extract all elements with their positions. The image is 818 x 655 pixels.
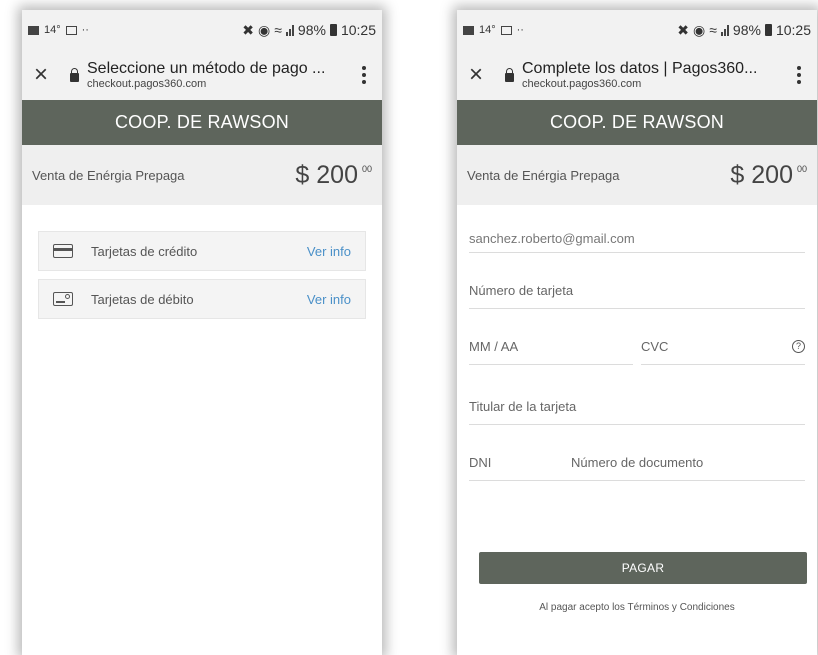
phone-screen-payment-methods: 14° ·· ✖ ◉ ≈ 98% 10:25 × Seleccione un m… xyxy=(22,10,382,655)
battery-percent: 98% xyxy=(297,22,326,38)
ver-info-link[interactable]: Ver info xyxy=(307,244,351,259)
expiry-field[interactable]: MM / AA xyxy=(469,309,633,365)
amount-cents: 00 xyxy=(796,163,807,174)
terms-text[interactable]: Al pagar acepto los Términos y Condicion… xyxy=(457,602,817,613)
cvc-field[interactable]: CVC ? xyxy=(641,309,805,365)
document-number-field[interactable]: Número de documento xyxy=(571,455,703,470)
card-number-field[interactable]: Número de tarjeta xyxy=(469,253,805,309)
page-address[interactable]: Seleccione un método de pago ... checkou… xyxy=(87,59,356,91)
amount-value: $ 200 00 xyxy=(730,161,807,190)
browser-url-bar: × Seleccione un método de pago ... check… xyxy=(22,50,382,100)
temperature: 14° xyxy=(44,24,61,36)
gallery-icon xyxy=(28,25,39,35)
payment-methods-list: Tarjetas de crédito Ver info Tarjetas de… xyxy=(22,205,382,319)
status-bar: 14° ·· ✖ ◉ ≈ 98% 10:25 xyxy=(457,10,817,50)
cardholder-field[interactable]: Titular de la tarjeta xyxy=(469,365,805,425)
menu-icon[interactable] xyxy=(356,66,372,84)
gallery-icon xyxy=(463,25,474,35)
amount-description: Venta de Enérgia Prepaga xyxy=(467,167,620,183)
amount-value: $ 200 00 xyxy=(295,161,372,190)
debit-card-icon xyxy=(53,292,73,306)
method-debit-cards[interactable]: Tarjetas de débito Ver info xyxy=(38,279,366,319)
battery-icon xyxy=(764,24,772,36)
amount-description: Venta de Enérgia Prepaga xyxy=(32,167,185,183)
method-credit-cards[interactable]: Tarjetas de crédito Ver info xyxy=(38,231,366,271)
pay-button[interactable]: PAGAR xyxy=(479,552,807,584)
amount-integer: $ 200 xyxy=(295,160,358,189)
lock-icon xyxy=(505,67,514,82)
amount-cents: 00 xyxy=(361,163,372,174)
browser-url-bar: × Complete los datos | Pagos360... check… xyxy=(457,50,817,100)
email-field[interactable]: sanchez.roberto@gmail.com xyxy=(469,221,805,253)
amount-row: Venta de Enérgia Prepaga $ 200 00 xyxy=(457,145,817,205)
page-host: checkout.pagos360.com xyxy=(522,78,642,90)
clock: 10:25 xyxy=(340,22,376,38)
screen-icon xyxy=(65,25,77,35)
signal-icon xyxy=(720,24,729,36)
battery-percent: 98% xyxy=(732,22,761,38)
screen-icon xyxy=(500,25,512,35)
document-row: DNI Número de documento xyxy=(469,425,805,481)
close-icon[interactable]: × xyxy=(34,63,60,87)
ver-info-link[interactable]: Ver info xyxy=(307,292,351,307)
battery-icon xyxy=(329,24,337,36)
temperature: 14° xyxy=(479,24,496,36)
wifi-icon: ≈ xyxy=(274,22,282,38)
page-host: checkout.pagos360.com xyxy=(87,78,207,90)
credit-card-icon xyxy=(53,244,73,258)
mute-icon: ✖ xyxy=(242,21,255,38)
method-label: Tarjetas de crédito xyxy=(91,243,198,259)
signal-icon xyxy=(285,24,294,36)
amount-integer: $ 200 xyxy=(730,160,793,189)
card-form: sanchez.roberto@gmail.com Número de tarj… xyxy=(457,205,817,481)
amount-row: Venta de Enérgia Prepaga $ 200 00 xyxy=(22,145,382,205)
expiry-cvc-row: MM / AA CVC ? xyxy=(469,309,805,365)
cvc-placeholder: CVC xyxy=(641,339,669,354)
clock: 10:25 xyxy=(775,22,811,38)
phone-screen-card-form: 14° ·· ✖ ◉ ≈ 98% 10:25 × Complete los da… xyxy=(457,10,817,655)
more-dots: ·· xyxy=(516,24,524,36)
status-bar: 14° ·· ✖ ◉ ≈ 98% 10:25 xyxy=(22,10,382,50)
merchant-header: COOP. DE RAWSON xyxy=(22,100,382,145)
merchant-header: COOP. DE RAWSON xyxy=(457,100,817,145)
alarm-icon: ◉ xyxy=(693,21,706,38)
method-label: Tarjetas de débito xyxy=(91,291,194,307)
wifi-icon: ≈ xyxy=(709,22,717,38)
lock-icon xyxy=(70,67,79,82)
alarm-icon: ◉ xyxy=(258,21,271,38)
mute-icon: ✖ xyxy=(677,21,690,38)
help-icon[interactable]: ? xyxy=(792,340,805,353)
page-title: Complete los datos | Pagos360... xyxy=(522,60,758,77)
page-title: Seleccione un método de pago ... xyxy=(87,60,326,77)
menu-icon[interactable] xyxy=(791,66,807,84)
page-address[interactable]: Complete los datos | Pagos360... checkou… xyxy=(522,59,791,91)
close-icon[interactable]: × xyxy=(469,63,495,87)
more-dots: ·· xyxy=(81,24,89,36)
dni-type-select[interactable]: DNI xyxy=(469,455,571,470)
